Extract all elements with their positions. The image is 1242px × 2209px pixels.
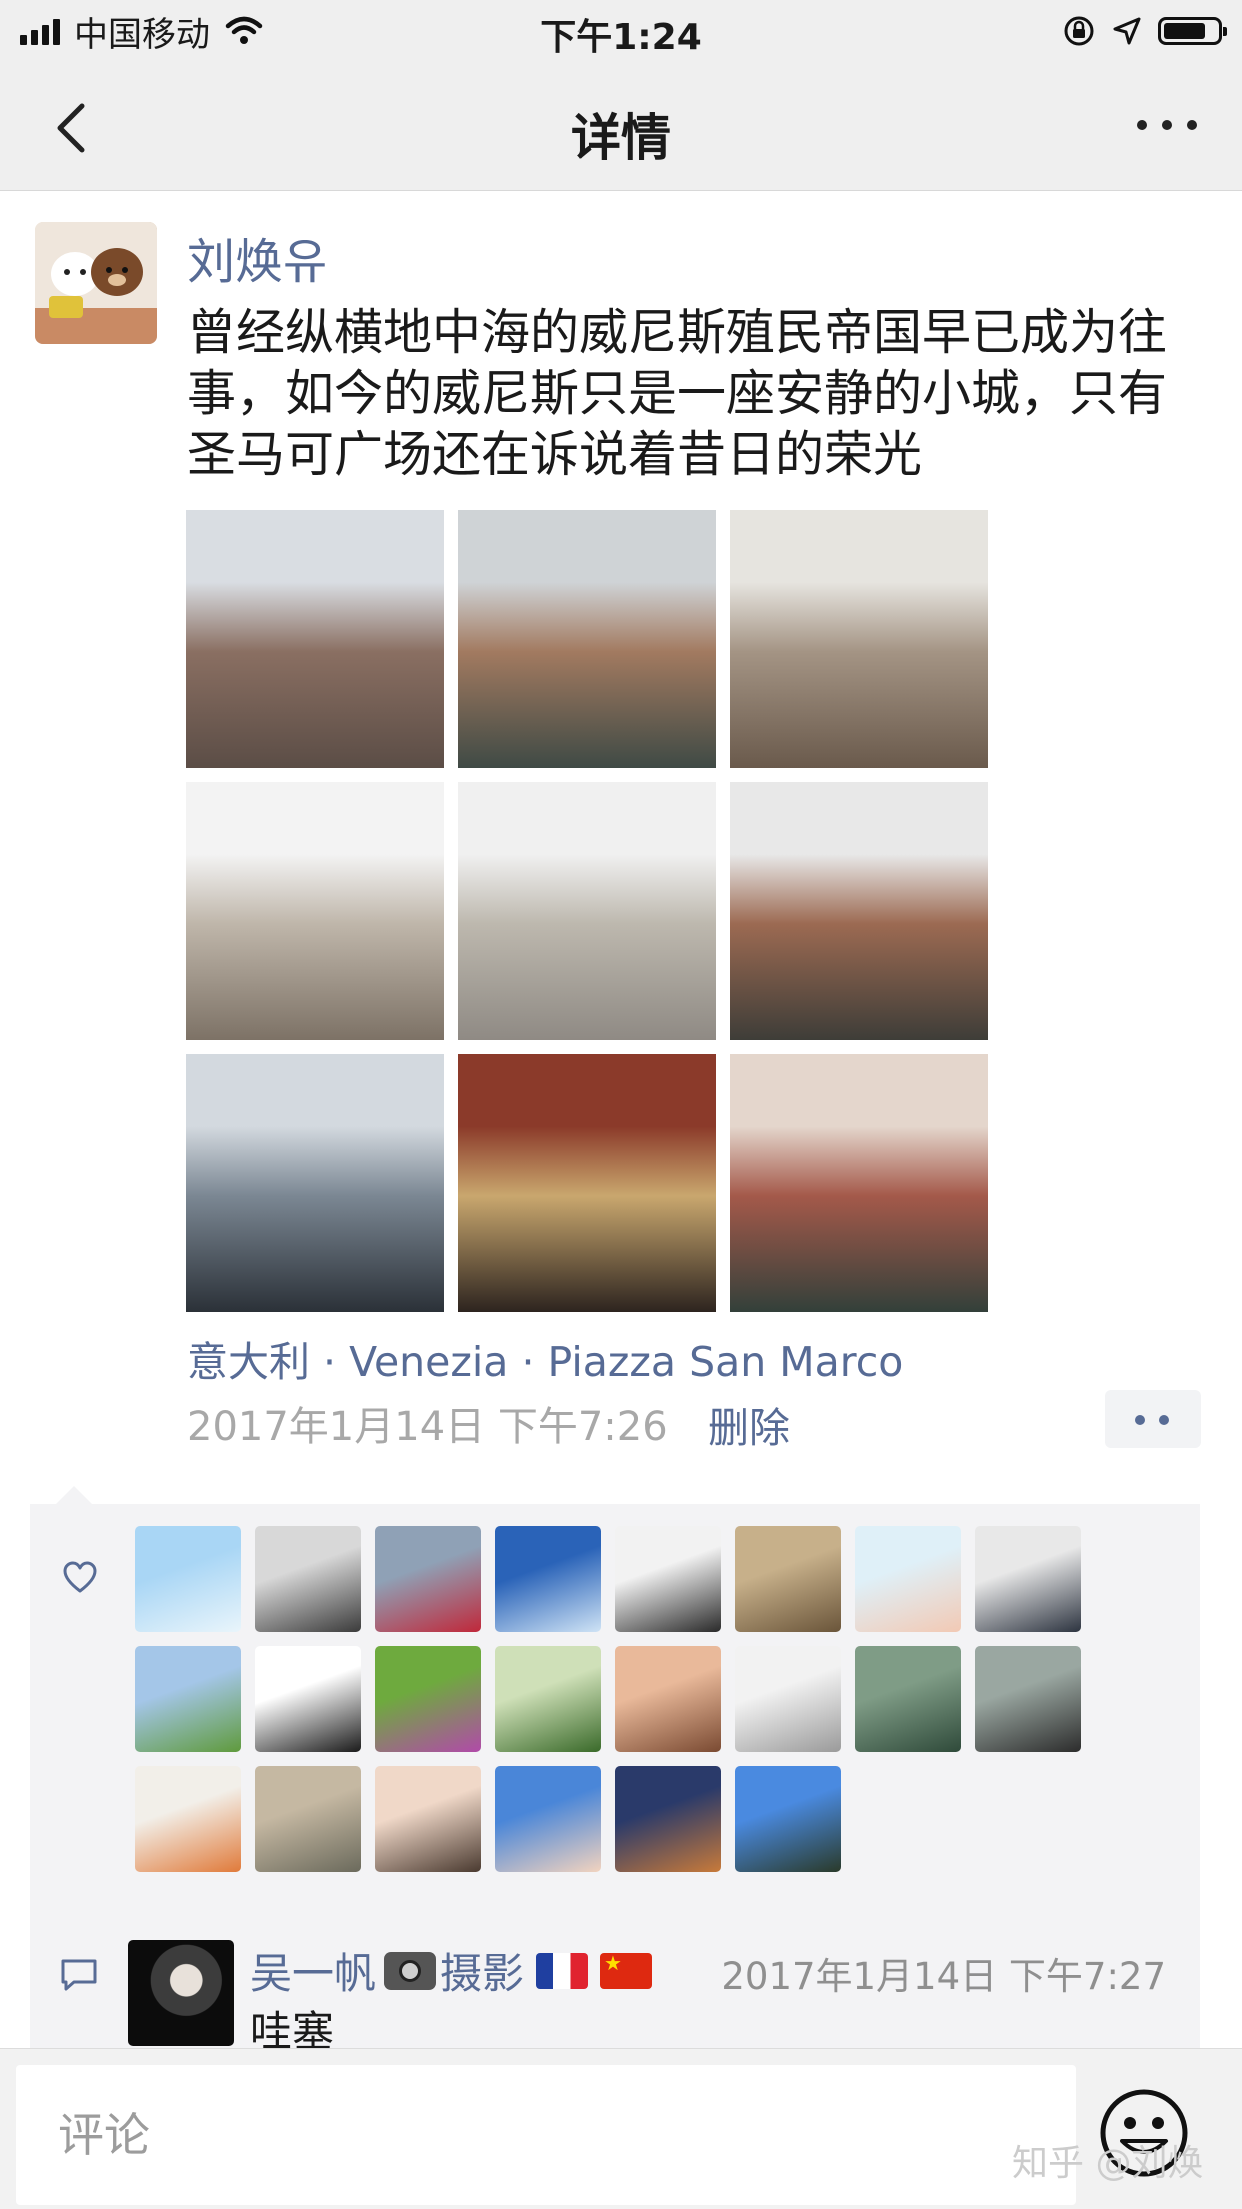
location-link[interactable]: 意大利 · Venezia · Piazza San Marco — [187, 1328, 903, 1388]
bridge-of-sighs-photo[interactable] — [458, 510, 716, 768]
st-marks-basilica-photo[interactable] — [730, 510, 988, 768]
liker-suit-man-avatar[interactable] — [975, 1526, 1081, 1632]
commenter-name-suffix: 摄影 — [440, 1949, 525, 1998]
comment-item[interactable]: 吴一帆 摄影 2017年1月14日 下午7:27 哇塞 — [30, 1898, 1200, 2056]
liker-boy-blue-avatar[interactable] — [495, 1766, 601, 1872]
liker-pine-tree-avatar[interactable] — [735, 1766, 841, 1872]
rotation-lock-icon — [1064, 16, 1094, 46]
canal-bridge-portrait-photo[interactable] — [730, 782, 988, 1040]
liker-baby-avatar[interactable] — [615, 1646, 721, 1752]
liker-flowers-avatar[interactable] — [135, 1766, 241, 1872]
liker-thistle-flower-avatar[interactable] — [375, 1646, 481, 1752]
narrow-canal-photo[interactable] — [730, 1054, 988, 1312]
page-title: 详情 — [571, 109, 671, 167]
clock-tower-photo[interactable] — [186, 782, 444, 1040]
like-comment-menu-button[interactable] — [1105, 1390, 1201, 1448]
liker-man-bw-avatar[interactable] — [255, 1526, 361, 1632]
commenter-name[interactable]: 吴一帆 摄影 — [250, 1940, 653, 2001]
liker-sunglasses-avatar[interactable] — [615, 1526, 721, 1632]
delete-button[interactable]: 删除 — [708, 1394, 790, 1454]
liker-avatars — [135, 1526, 1155, 1872]
liker-statue-avatar[interactable] — [975, 1646, 1081, 1752]
comment-timestamp: 2017年1月14日 下午7:27 — [721, 1955, 1166, 1998]
liker-food-avatar[interactable] — [615, 1766, 721, 1872]
nav-bar: 详情 — [0, 62, 1242, 191]
heart-icon — [63, 1561, 97, 1593]
liker-painting-avatar[interactable] — [735, 1526, 841, 1632]
china-flag-icon — [600, 1951, 653, 1989]
france-flag-icon — [536, 1952, 589, 1989]
commenter-name-text: 吴一帆 — [250, 1949, 377, 1998]
gondolas-photo[interactable] — [186, 1054, 444, 1312]
liker-white-wall-avatar[interactable] — [735, 1646, 841, 1752]
liker-forest-avatar[interactable] — [855, 1646, 961, 1752]
liker-cartoon-girl-avatar[interactable] — [855, 1526, 961, 1632]
post-text: 曾经纵横地中海的威尼斯殖民帝国早已成为往事，如今的威尼斯只是一座安静的小城，只有… — [187, 304, 1168, 483]
author-avatar[interactable] — [35, 222, 157, 344]
comment-bubble-icon — [61, 1959, 97, 1991]
liker-garden-selfie-avatar[interactable] — [495, 1646, 601, 1752]
location-arrow-icon — [1113, 17, 1141, 45]
status-time: 下午1:24 — [540, 17, 702, 58]
likes-panel — [30, 1504, 1200, 1899]
piazza-arcade-photo[interactable] — [458, 782, 716, 1040]
panel-arrow — [56, 1486, 92, 1504]
bear-plush-icon — [35, 222, 157, 344]
liker-sand-art-avatar[interactable] — [255, 1766, 361, 1872]
status-right — [1062, 0, 1227, 62]
camera-emoji-icon — [384, 1951, 437, 1990]
liker-balloons-avatar[interactable] — [135, 1646, 241, 1752]
photo-grid — [186, 510, 996, 1312]
author-name[interactable]: 刘焕유 — [187, 222, 327, 292]
liker-child-avatar[interactable] — [375, 1766, 481, 1872]
zhihu-watermark: 知乎 @刘焕 — [1012, 2143, 1204, 2184]
liker-dandelion-avatar[interactable] — [135, 1526, 241, 1632]
venice-street-photo[interactable] — [186, 510, 444, 768]
post-timestamp: 2017年1月14日 下午7:26 — [187, 1404, 668, 1450]
liker-red-car-avatar[interactable] — [375, 1526, 481, 1632]
commenter-avatar[interactable] — [128, 1940, 234, 2046]
status-bar: 中国移动 下午1:24 — [0, 0, 1242, 62]
liker-mountain-lake-avatar[interactable] — [495, 1526, 601, 1632]
comment-input[interactable]: 评论 — [16, 2065, 1076, 2205]
souvenir-shop-photo[interactable] — [458, 1054, 716, 1312]
more-options-icon[interactable] — [1132, 110, 1202, 140]
battery-icon — [1158, 17, 1227, 45]
liker-helo-astronaut-avatar[interactable] — [255, 1646, 361, 1752]
